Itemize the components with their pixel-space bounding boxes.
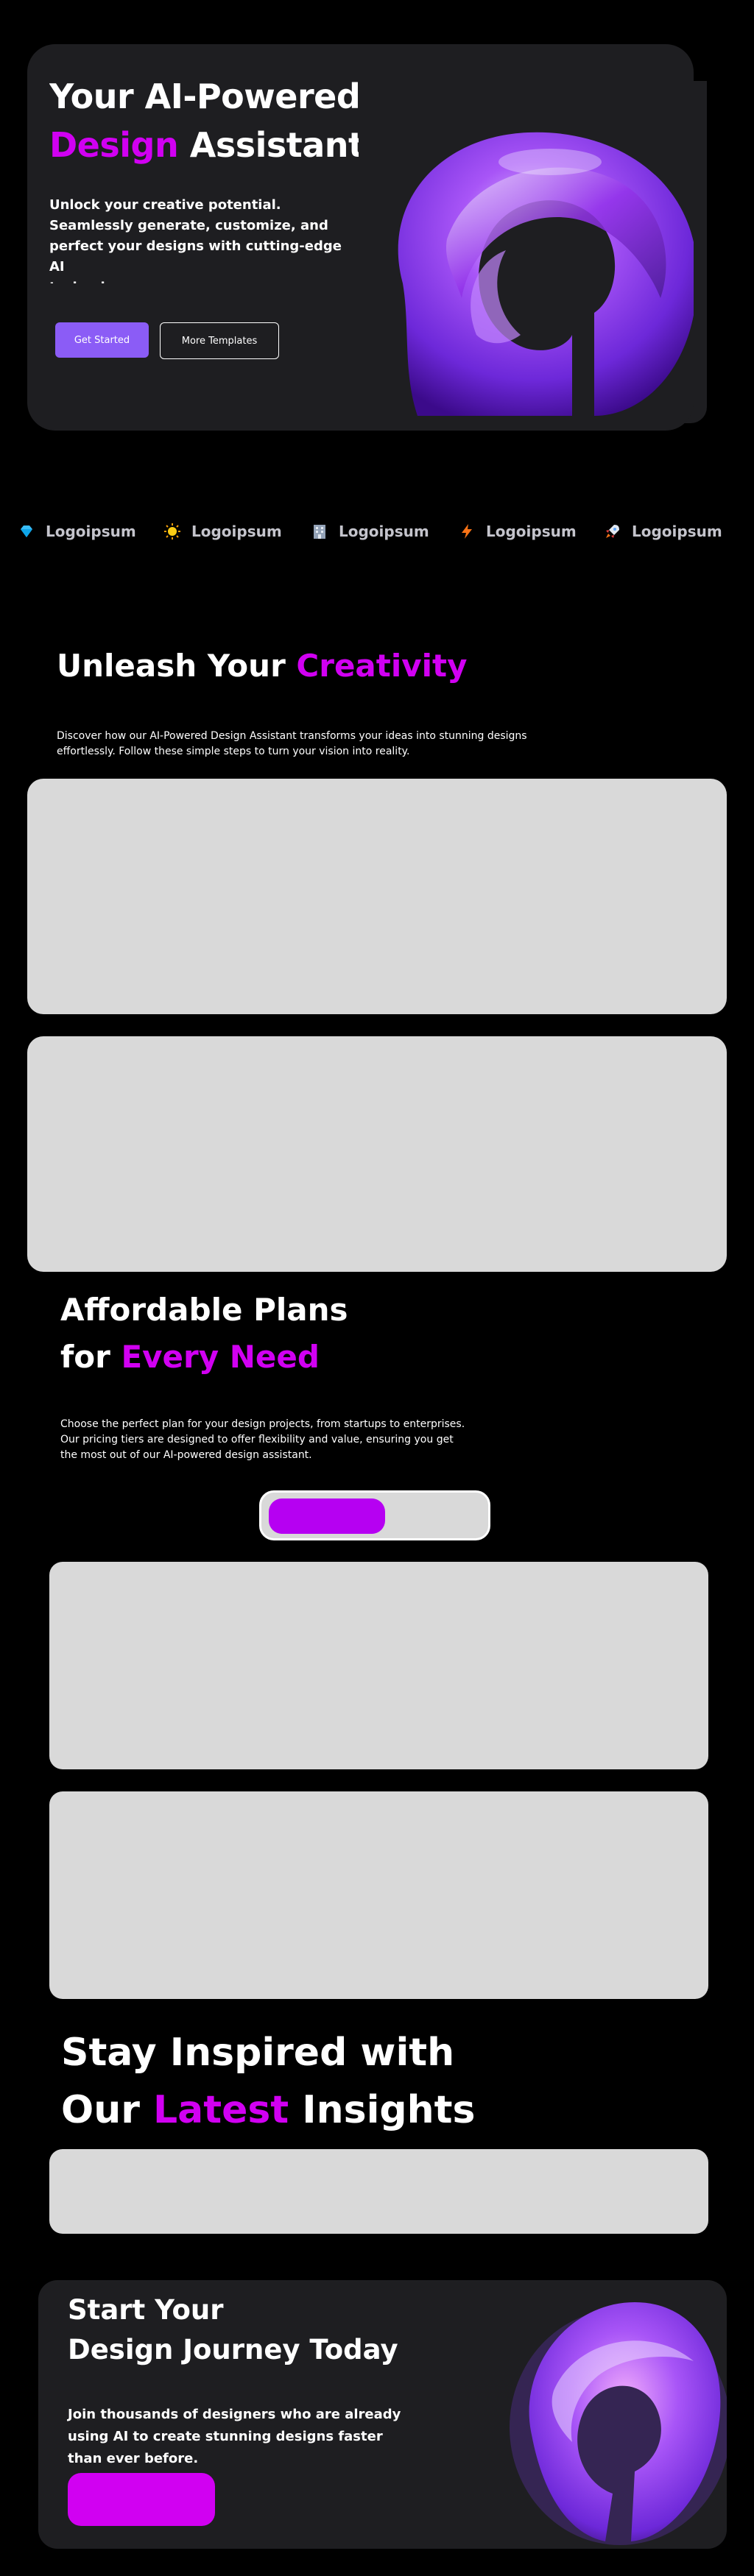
- more-templates-button[interactable]: More Templates: [160, 322, 279, 359]
- logo-item: Logoipsum: [163, 523, 282, 540]
- feature-card-placeholder: [27, 1036, 727, 1272]
- sun-icon: [164, 523, 180, 539]
- logo-label: Logoipsum: [486, 523, 577, 540]
- hero-swirl-illustration: [398, 132, 694, 416]
- hero-title-line1: Your AI-Powered: [49, 77, 359, 116]
- logo-label: Logoipsum: [191, 523, 282, 540]
- rocket-icon: [606, 525, 619, 538]
- cta-title: Start Your Design Journey Today: [68, 2294, 398, 2366]
- building-icon: [314, 525, 325, 539]
- hero-description: Unlock your creative potential. Seamless…: [49, 197, 342, 283]
- creativity-title: Unleash Your Creativity: [57, 648, 467, 684]
- logo-item: Logoipsum: [604, 523, 722, 540]
- pricing-description: Choose the perfect plan for your design …: [60, 1418, 465, 1461]
- insights-title-line1: Stay Inspired with: [61, 2031, 455, 2075]
- logo-item: Logoipsum: [458, 523, 577, 540]
- diamond-icon: [21, 526, 32, 537]
- logo-item: Logoipsum: [311, 523, 429, 540]
- pricing-title-for: for: [60, 1339, 121, 1375]
- insights-title-pre: Our: [61, 2088, 153, 2132]
- insights-title-accent: Latest: [152, 2088, 289, 2132]
- pricing-card-placeholder: [49, 1562, 708, 1769]
- billing-toggle[interactable]: [259, 1490, 490, 1540]
- insight-card-placeholder: [49, 2149, 708, 2234]
- logo-strip: Logoipsum Logoipsum Logoipsum Logoipsum …: [0, 515, 754, 552]
- hero-title: Your AI-Powered Design Assistant: [49, 72, 359, 169]
- lightning-icon: [462, 524, 472, 539]
- logo-label: Logoipsum: [46, 523, 136, 540]
- pricing-title-line1: Affordable Plans: [60, 1292, 348, 1328]
- logo-item: Logoipsum: [18, 523, 136, 540]
- get-started-button[interactable]: Get Started: [55, 322, 149, 358]
- billing-toggle-knob[interactable]: [269, 1498, 385, 1534]
- cta-panel: Start Your Design Journey Today Join tho…: [38, 2280, 727, 2549]
- creativity-description: Discover how our AI-Powered Design Assis…: [57, 730, 527, 757]
- feature-card-placeholder: [27, 779, 727, 1014]
- cta-description: Join thousands of designers who are alre…: [68, 2407, 401, 2466]
- insights-title: Stay Inspired with Our Latest Insights: [61, 2024, 475, 2139]
- creativity-title-accent: Creativity: [296, 648, 468, 684]
- pricing-title-accent: Every Need: [121, 1339, 320, 1375]
- pricing-title: Affordable Plans for Every Need: [60, 1287, 348, 1381]
- creativity-title-plain: Unleash Your: [57, 648, 297, 684]
- hero-title-rest: Assistant: [178, 125, 359, 165]
- cta-button[interactable]: [68, 2473, 215, 2526]
- logo-label: Logoipsum: [339, 523, 429, 540]
- cta-swirl-illustration: [510, 2302, 727, 2545]
- logo-label: Logoipsum: [632, 523, 722, 540]
- pricing-card-placeholder: [49, 1791, 708, 1999]
- insights-title-post: Insights: [289, 2088, 476, 2132]
- hero-title-accent: Design: [49, 125, 179, 165]
- hero-panel: Your AI-Powered Design Assistant Unlock …: [27, 44, 694, 431]
